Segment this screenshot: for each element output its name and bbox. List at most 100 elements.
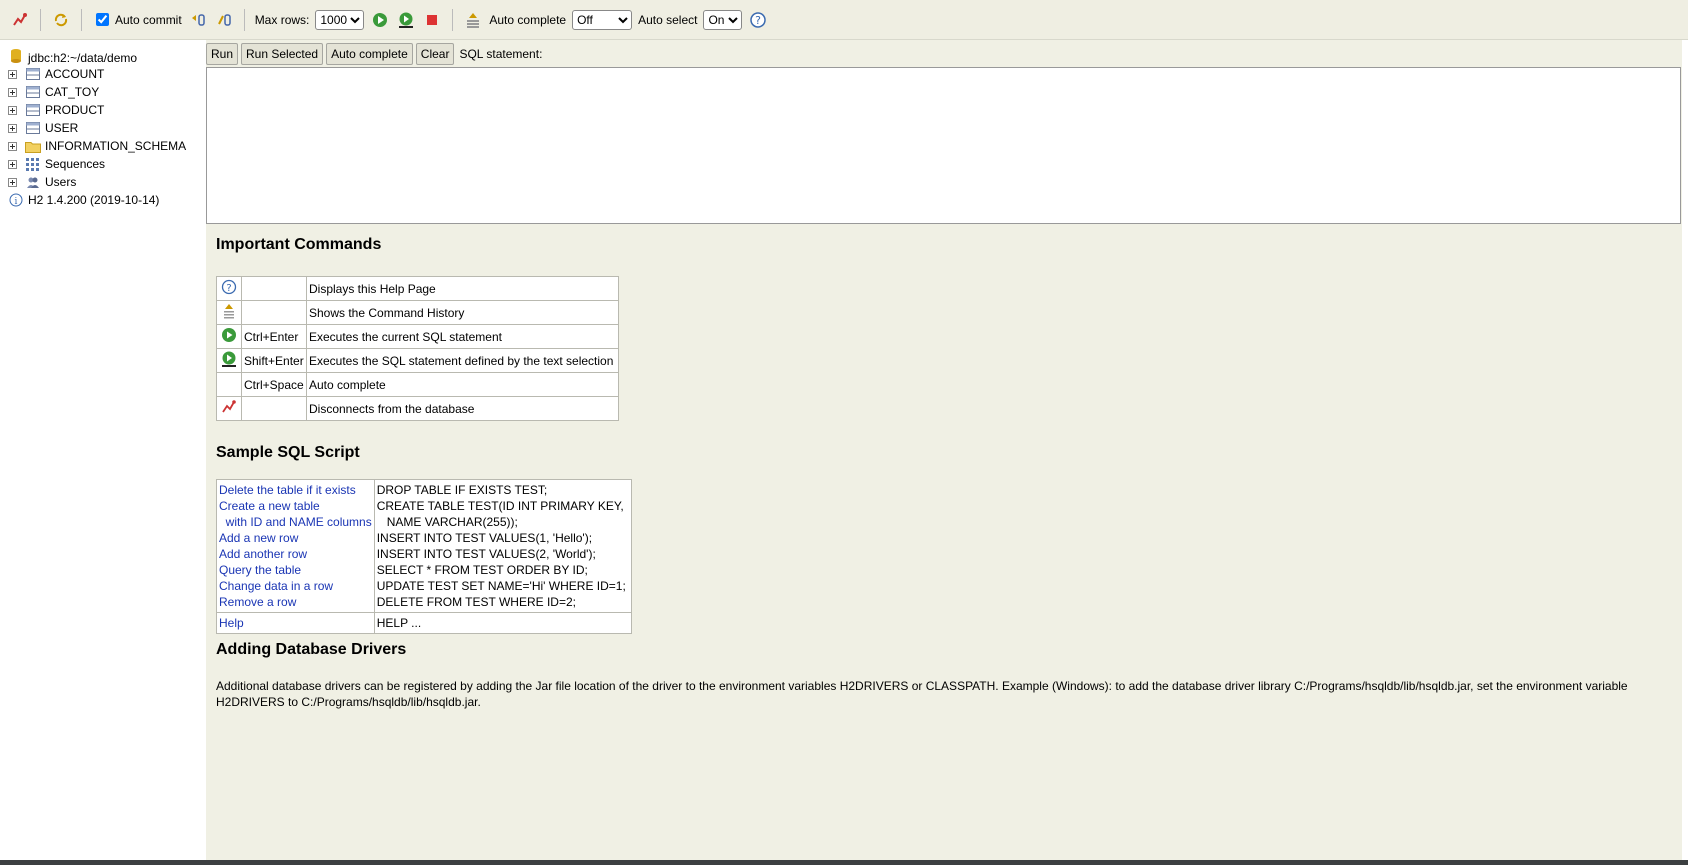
- max-rows-select[interactable]: 1000: [315, 9, 365, 30]
- toolbar: Auto commit Max rows: 1000 Auto complete…: [0, 0, 1688, 40]
- auto-commit-toggle[interactable]: Auto commit: [92, 10, 182, 29]
- tree-item-cat-toy[interactable]: CAT_TOY: [8, 83, 99, 101]
- tree-item-information-schema[interactable]: INFORMATION_SCHEMA: [8, 137, 186, 155]
- auto-select-select[interactable]: On: [703, 9, 743, 30]
- sample-link[interactable]: Remove a row: [219, 594, 372, 610]
- expand-icon[interactable]: [8, 105, 17, 115]
- ide-status-strip: [0, 860, 1688, 865]
- expand-icon[interactable]: [8, 87, 17, 97]
- history-icon[interactable]: [463, 10, 483, 30]
- command-desc: Disconnects from the database: [306, 396, 619, 421]
- run-icon: [221, 328, 237, 346]
- tree-item-account[interactable]: ACCOUNT: [8, 65, 104, 83]
- auto-complete-button[interactable]: Auto complete: [326, 43, 413, 65]
- sample-code-line: DELETE FROM TEST WHERE ID=2;: [376, 595, 576, 609]
- info-icon: i: [8, 193, 24, 207]
- tree-item-label: INFORMATION_SCHEMA: [45, 139, 187, 153]
- help-icon[interactable]: ?: [748, 10, 768, 30]
- command-icon-cell: [216, 324, 242, 349]
- command-key: [241, 276, 307, 301]
- run-selected-button[interactable]: Run Selected: [241, 43, 324, 65]
- expand-icon[interactable]: [8, 141, 17, 151]
- table-row: Ctrl+Enter Executes the current SQL stat…: [216, 324, 619, 349]
- help-code-cell: HELP ...: [373, 612, 632, 634]
- refresh-icon[interactable]: [51, 10, 71, 30]
- sample-links-cell: Delete the table if it exists Create a n…: [216, 479, 375, 613]
- sql-editor[interactable]: [206, 67, 1681, 224]
- expand-icon[interactable]: [8, 69, 17, 79]
- table-row: Shift+Enter Executes the SQL statement d…: [216, 348, 619, 373]
- commands-table: ? Displays this Help Page Shows the Comm…: [216, 276, 619, 421]
- sample-code-line: INSERT INTO TEST VALUES(1, 'Hello');: [376, 531, 593, 545]
- sample-code-line: SELECT * FROM TEST ORDER BY ID;: [376, 563, 588, 577]
- help-icon: ?: [221, 279, 237, 298]
- toolbar-separator: [81, 8, 82, 31]
- table-icon: [25, 121, 41, 135]
- sql-statement-label: SQL statement:: [459, 47, 543, 61]
- stop-icon[interactable]: [422, 10, 442, 30]
- commit-icon[interactable]: [188, 10, 208, 30]
- svg-text:?: ?: [226, 283, 231, 294]
- command-key: Ctrl+Space: [241, 372, 307, 397]
- svg-text:i: i: [15, 197, 18, 207]
- users-icon: [25, 175, 41, 189]
- command-key: [241, 396, 307, 421]
- run-icon[interactable]: [370, 10, 390, 30]
- tree-item-label: ACCOUNT: [45, 67, 105, 81]
- auto-complete-label: Auto complete: [489, 12, 567, 27]
- table-row: Delete the table if it exists Create a n…: [216, 479, 632, 613]
- toolbar-separator: [243, 8, 245, 31]
- sample-link[interactable]: Add another row: [219, 546, 372, 562]
- command-desc: Auto complete: [306, 372, 619, 397]
- run-button[interactable]: Run: [206, 43, 239, 65]
- run-selected-icon[interactable]: [396, 10, 416, 30]
- object-tree: jdbc:h2:~/data/demo ACCOUNT CAT_TOY PROD…: [0, 40, 206, 860]
- auto-complete-select[interactable]: Off: [572, 9, 633, 30]
- sample-link[interactable]: Create a new table: [219, 498, 372, 514]
- auto-commit-checkbox[interactable]: [96, 13, 109, 26]
- table-row: ? Displays this Help Page: [216, 276, 619, 301]
- toolbar-separator: [452, 8, 454, 31]
- sample-link[interactable]: Change data in a row: [219, 578, 372, 594]
- command-icon-cell: [216, 372, 242, 397]
- table-row: Ctrl+Space Auto complete: [216, 372, 619, 397]
- sample-code-line: DROP TABLE IF EXISTS TEST;: [376, 483, 548, 497]
- version-label: H2 1.4.200 (2019-10-14): [28, 193, 160, 207]
- disconnect-icon[interactable]: [10, 10, 30, 30]
- sample-link[interactable]: Query the table: [219, 562, 372, 578]
- tree-item-label: Users: [45, 175, 77, 189]
- connection-label: jdbc:h2:~/data/demo: [28, 50, 138, 65]
- database-drivers-text: Additional database drivers can be regis…: [216, 679, 1628, 709]
- sample-link[interactable]: Add a new row: [219, 530, 372, 546]
- tree-item-users[interactable]: Users: [8, 173, 76, 191]
- tree-item-label: USER: [45, 121, 79, 135]
- tree-item-user[interactable]: USER: [8, 119, 78, 137]
- version-info: i H2 1.4.200 (2019-10-14): [8, 191, 159, 209]
- expand-icon[interactable]: [8, 177, 17, 187]
- help-link[interactable]: Help: [219, 615, 372, 631]
- sample-code-line: NAME VARCHAR(255));: [376, 515, 518, 529]
- command-key: Ctrl+Enter: [241, 324, 307, 349]
- table-row: Shows the Command History: [216, 300, 619, 325]
- command-key: Shift+Enter: [241, 348, 307, 373]
- tree-item-product[interactable]: PRODUCT: [8, 101, 104, 119]
- command-icon-cell: ?: [216, 276, 242, 301]
- sequences-icon: [25, 157, 41, 171]
- sample-link[interactable]: with ID and NAME columns: [219, 514, 372, 530]
- sample-link[interactable]: Delete the table if it exists: [219, 482, 372, 498]
- sample-sql-heading: Sample SQL Script: [216, 444, 360, 461]
- svg-text:?: ?: [756, 14, 762, 27]
- tree-item-label: CAT_TOY: [45, 85, 100, 99]
- sql-button-bar: Run Run Selected Auto complete Clear SQL…: [206, 43, 542, 65]
- tree-item-label: Sequences: [45, 157, 106, 171]
- expand-icon[interactable]: [8, 159, 17, 169]
- expand-icon[interactable]: [8, 123, 17, 133]
- sample-code-line: INSERT INTO TEST VALUES(2, 'World');: [376, 547, 596, 561]
- disconnect-icon: [221, 400, 237, 418]
- command-icon-cell: [216, 348, 242, 373]
- table-icon: [25, 67, 41, 81]
- command-icon-cell: [216, 300, 242, 325]
- tree-item-sequences[interactable]: Sequences: [8, 155, 105, 173]
- rollback-icon[interactable]: [214, 10, 234, 30]
- clear-button[interactable]: Clear: [415, 43, 455, 65]
